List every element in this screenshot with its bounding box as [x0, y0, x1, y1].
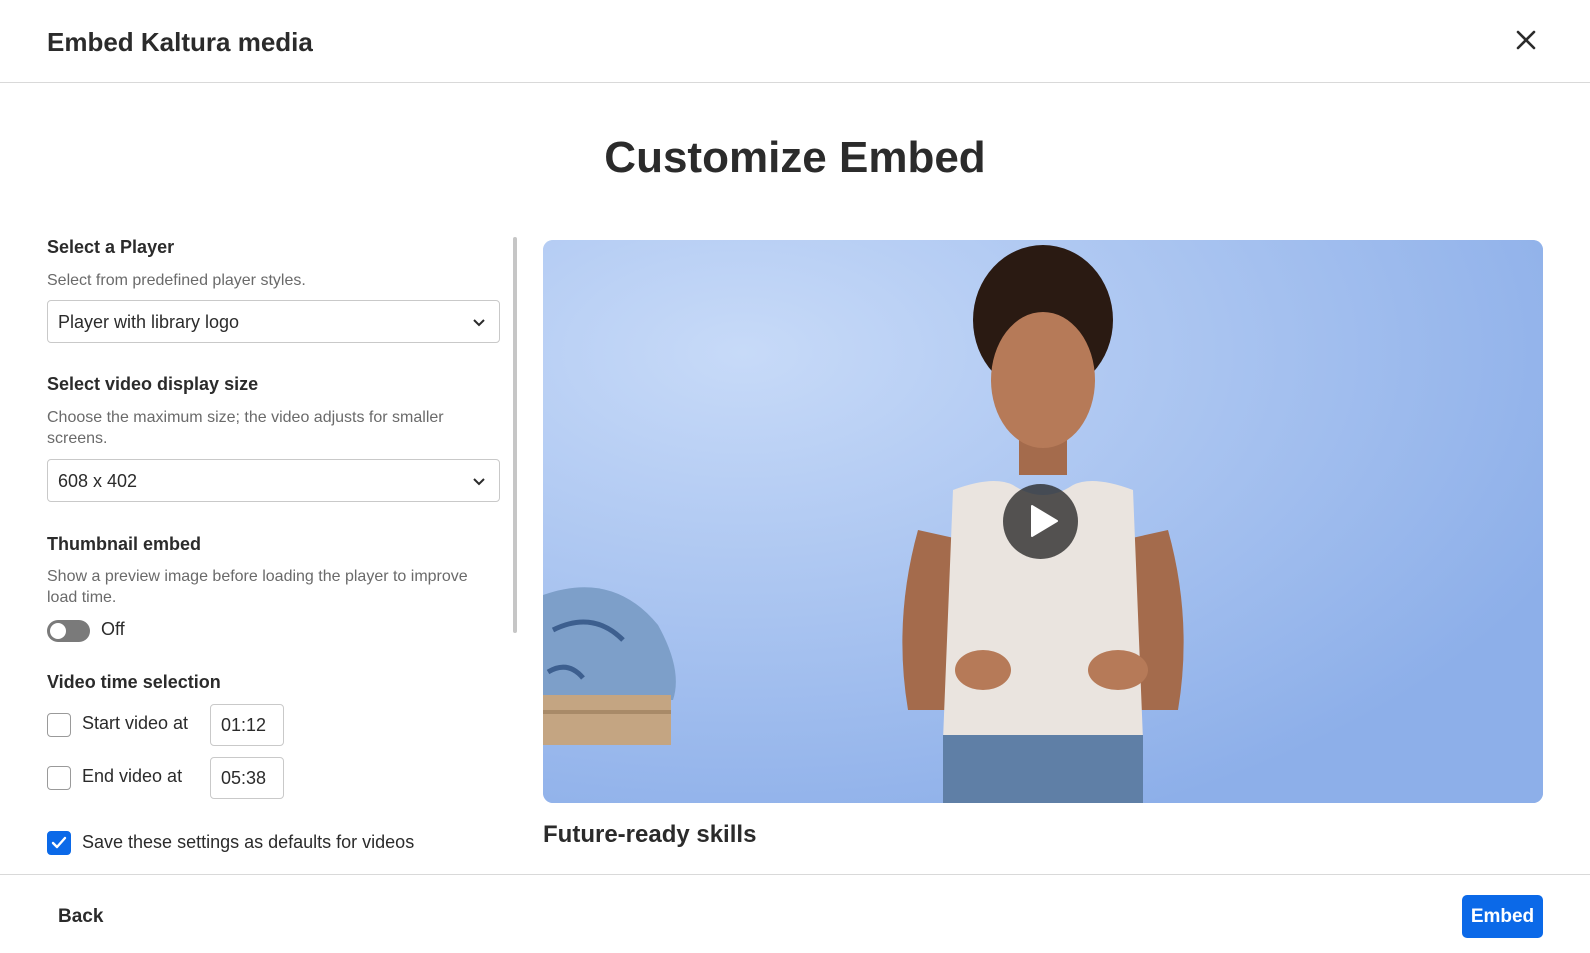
- play-icon: [1031, 505, 1058, 537]
- embed-button[interactable]: Embed: [1462, 895, 1543, 938]
- close-icon: [1516, 30, 1536, 50]
- dialog-footer: Back Embed: [0, 874, 1590, 953]
- thumbnail-toggle[interactable]: [47, 620, 90, 642]
- checkmark-icon: [51, 836, 67, 849]
- video-title: Future-ready skills: [543, 821, 757, 848]
- back-button[interactable]: Back: [46, 897, 115, 937]
- player-select-value: Player with library logo: [58, 312, 240, 332]
- display-size-description: Choose the maximum size; the video adjus…: [47, 409, 444, 447]
- start-time-input[interactable]: 01:12: [210, 704, 284, 746]
- chevron-down-icon: [473, 319, 485, 327]
- end-time-input[interactable]: 05:38: [210, 757, 284, 799]
- save-defaults-checkbox[interactable]: [47, 831, 71, 855]
- display-size-select-value: 608 x 402: [58, 471, 138, 491]
- start-video-label: Start video at: [82, 713, 189, 733]
- thumbnail-heading: Thumbnail embed: [47, 534, 202, 554]
- dialog-header: Embed Kaltura media: [0, 0, 1590, 83]
- player-select[interactable]: Player with library logo: [47, 300, 500, 343]
- end-video-label: End video at: [82, 766, 183, 786]
- page-title: Customize Embed: [604, 133, 986, 182]
- play-button[interactable]: [1003, 484, 1078, 559]
- display-size-heading: Select video display size: [47, 374, 259, 394]
- toggle-knob: [50, 623, 66, 639]
- video-preview[interactable]: [543, 240, 1543, 803]
- display-size-select[interactable]: 608 x 402: [47, 459, 500, 502]
- close-button[interactable]: [1508, 22, 1544, 58]
- time-selection-heading: Video time selection: [47, 672, 221, 692]
- chevron-down-icon: [473, 478, 485, 486]
- settings-scrollbar[interactable]: [513, 237, 517, 633]
- save-defaults-label: Save these settings as defaults for vide…: [82, 832, 415, 852]
- thumbnail-description: Show a preview image before loading the …: [47, 568, 468, 606]
- player-heading: Select a Player: [47, 237, 175, 257]
- player-description: Select from predefined player styles.: [47, 272, 306, 289]
- start-video-checkbox[interactable]: [47, 713, 71, 737]
- end-video-checkbox[interactable]: [47, 766, 71, 790]
- thumbnail-toggle-state: Off: [101, 619, 125, 639]
- dialog-title: Embed Kaltura media: [47, 27, 313, 57]
